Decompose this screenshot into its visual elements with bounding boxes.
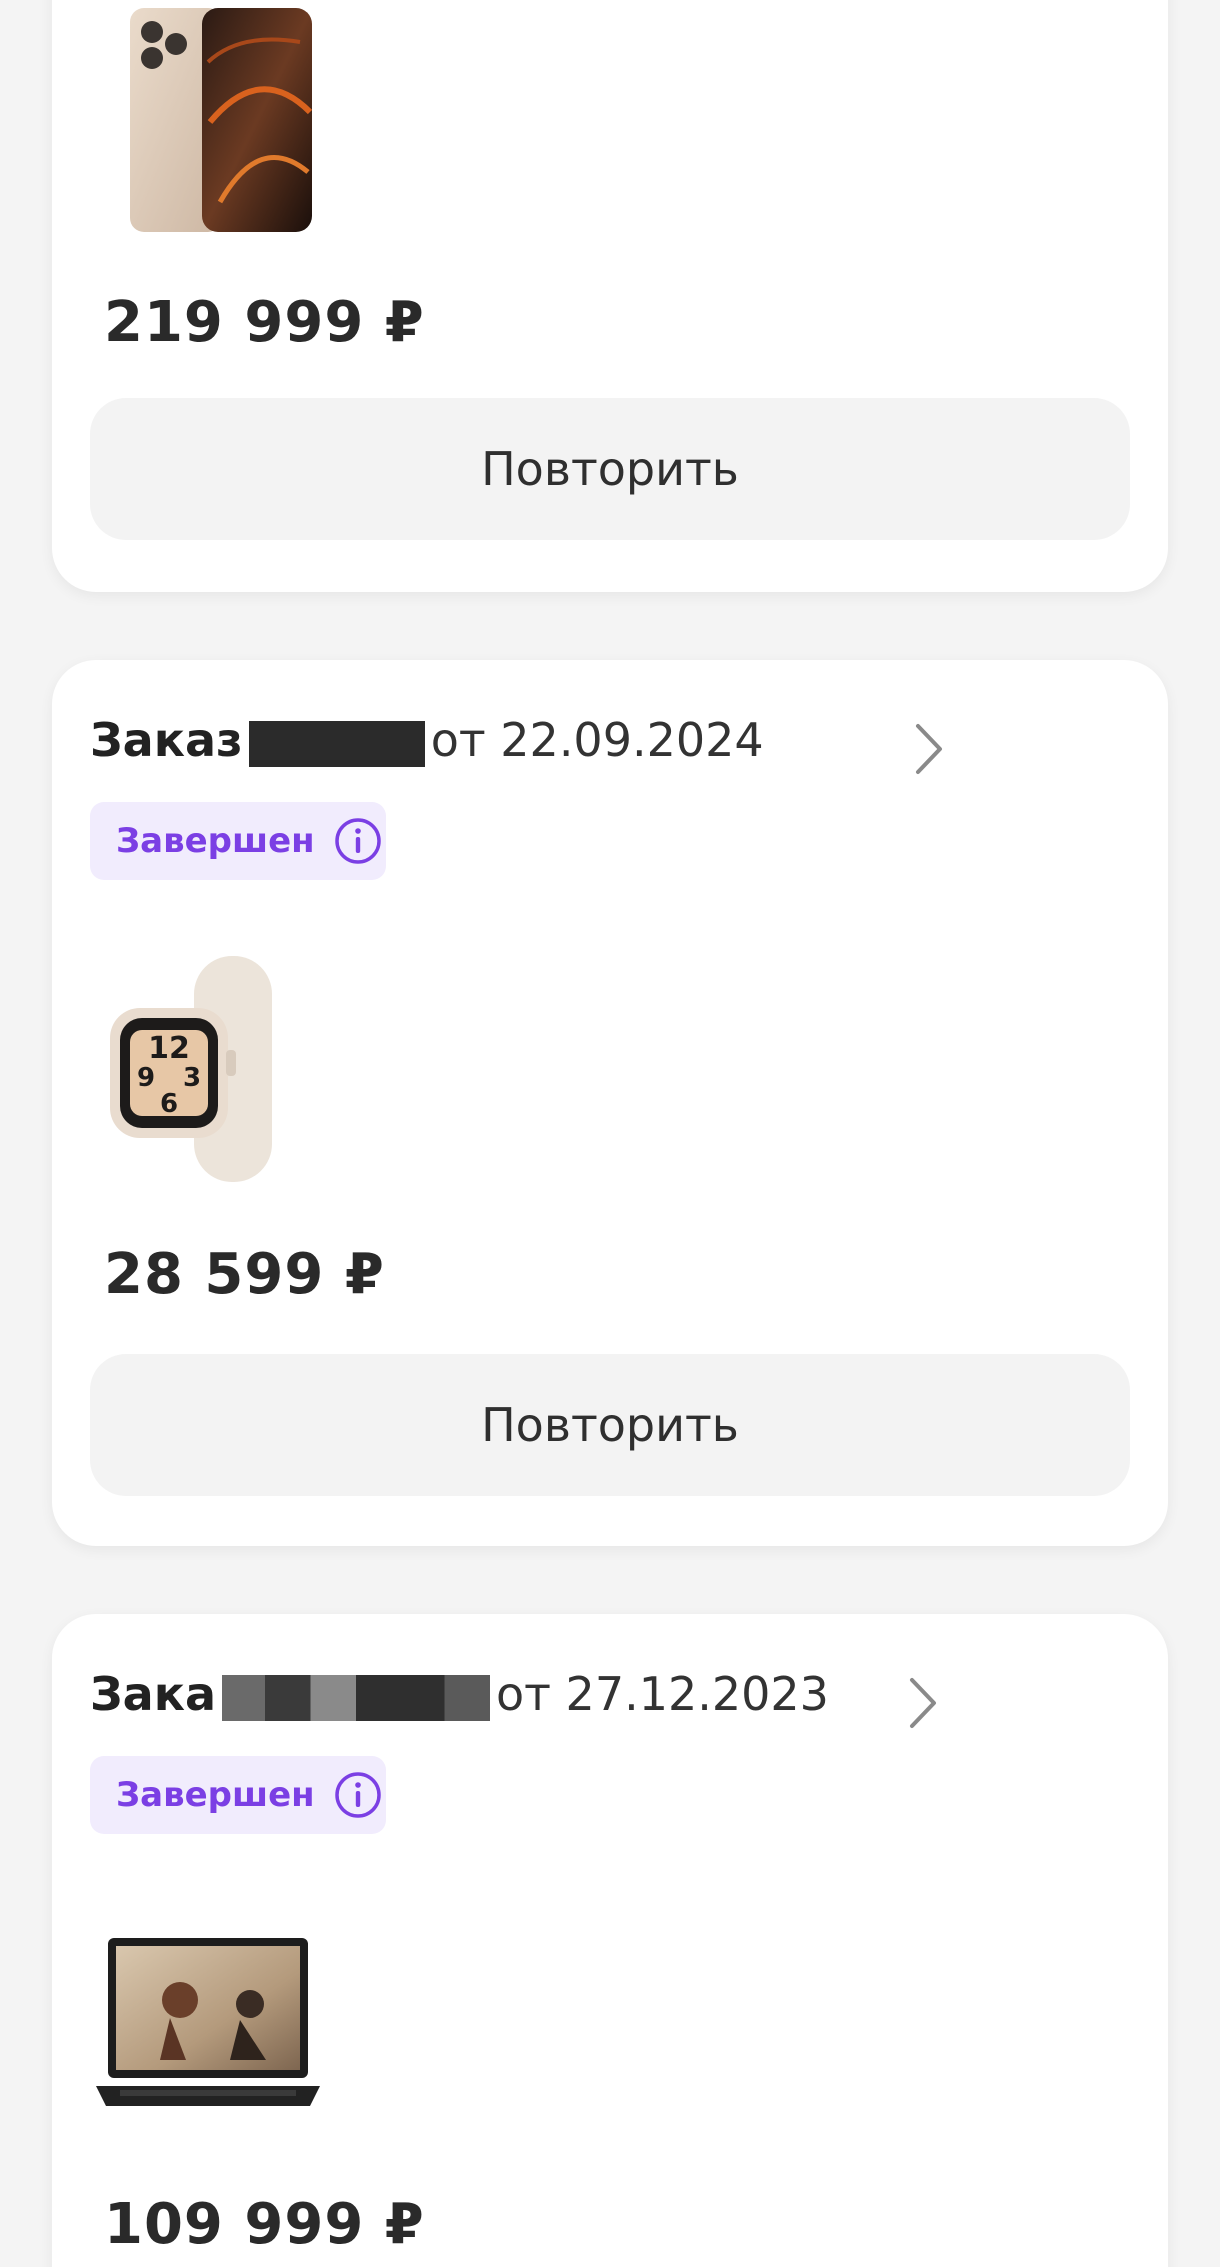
chevron-right-icon[interactable] <box>908 1676 938 1730</box>
svg-text:6: 6 <box>160 1089 178 1119</box>
product-image-iphone[interactable] <box>90 2 326 238</box>
status-badge: Завершен <box>90 802 386 880</box>
order-number-redacted <box>248 720 425 767</box>
order-number-redacted <box>221 1674 490 1721</box>
order-label: Зака <box>90 1667 216 1721</box>
svg-text:12: 12 <box>148 1031 190 1066</box>
order-card[interactable]: Заказ от 22.09.2024 Завершен 12 9 3 6 28… <box>52 660 1168 1546</box>
info-icon[interactable] <box>333 1770 383 1820</box>
status-badge: Завершен <box>90 1756 386 1834</box>
order-card[interactable]: Зака от 27.12.2023 Завершен 109 999 ₽ <box>52 1614 1168 2267</box>
product-image-laptop[interactable] <box>90 1900 326 2136</box>
order-title: Зака от 27.12.2023 <box>90 1664 1050 1724</box>
order-label: Заказ <box>90 713 243 767</box>
status-label: Завершен <box>116 821 315 861</box>
order-price: 109 999 ₽ <box>104 2192 425 2257</box>
status-label: Завершен <box>116 1775 315 1815</box>
order-card: 219 999 ₽ Повторить <box>52 0 1168 592</box>
order-date: от 27.12.2023 <box>495 1667 829 1721</box>
order-date: от 22.09.2024 <box>430 713 764 767</box>
svg-text:9: 9 <box>137 1063 155 1093</box>
repeat-order-button[interactable]: Повторить <box>90 398 1130 540</box>
order-title: Заказ от 22.09.2024 <box>90 710 1050 770</box>
order-price: 28 599 ₽ <box>104 1242 385 1307</box>
info-icon[interactable] <box>333 816 383 866</box>
svg-text:3: 3 <box>183 1063 201 1093</box>
orders-page: 219 999 ₽ Повторить Заказ от 22.09.2024 З… <box>0 0 1220 2267</box>
chevron-right-icon[interactable] <box>914 722 944 776</box>
repeat-order-button[interactable]: Повторить <box>90 1354 1130 1496</box>
order-price: 219 999 ₽ <box>104 290 425 355</box>
product-image-watch[interactable]: 12 9 3 6 <box>90 950 326 1186</box>
